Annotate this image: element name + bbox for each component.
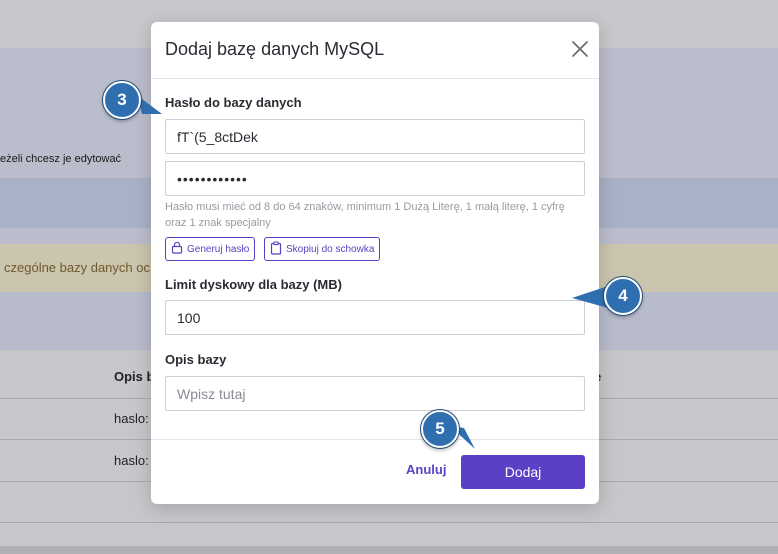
background-footer-band bbox=[0, 546, 778, 554]
step-4-badge: 4 bbox=[604, 277, 642, 315]
password-masked-input[interactable] bbox=[165, 161, 585, 196]
table-row: haslo: bbox=[114, 411, 149, 426]
table-row: haslo: bbox=[114, 453, 149, 468]
modal-title: Dodaj bazę danych MySQL bbox=[165, 39, 385, 59]
add-mysql-database-modal: Dodaj bazę danych MySQL Hasło do bazy da… bbox=[151, 22, 599, 504]
table-row-divider bbox=[0, 522, 778, 523]
background-notice-text: czególne bazy danych oc bbox=[4, 260, 150, 275]
lock-icon bbox=[171, 241, 183, 257]
table-header-description: Opis b bbox=[114, 369, 155, 384]
copy-to-clipboard-label: Skopiuj do schowka bbox=[286, 243, 375, 255]
password-label: Hasło do bazy danych bbox=[165, 95, 302, 110]
description-input[interactable] bbox=[165, 376, 585, 411]
step-3-badge: 3 bbox=[103, 81, 141, 119]
background-hint-text: eżeli chcesz je edytować bbox=[0, 153, 122, 165]
disk-limit-input[interactable] bbox=[165, 300, 585, 335]
password-plain-input[interactable] bbox=[165, 119, 585, 154]
close-icon[interactable] bbox=[571, 40, 589, 58]
generate-password-button[interactable]: Generuj hasło bbox=[165, 237, 256, 261]
copy-to-clipboard-button[interactable]: Skopiuj do schowka bbox=[264, 237, 381, 261]
description-label: Opis bazy bbox=[165, 352, 227, 367]
add-button[interactable]: Dodaj bbox=[461, 455, 585, 489]
modal-footer-divider bbox=[151, 439, 599, 440]
generate-password-label: Generuj hasło bbox=[187, 243, 250, 255]
step-5-badge: 5 bbox=[421, 410, 459, 448]
cancel-button[interactable]: Anuluj bbox=[406, 462, 446, 477]
clipboard-icon bbox=[270, 240, 282, 258]
password-help-text: Hasło musi mieć od 8 do 64 znaków, minim… bbox=[165, 201, 565, 229]
disk-limit-label: Limit dyskowy dla bazy (MB) bbox=[165, 277, 342, 292]
modal-header: Dodaj bazę danych MySQL bbox=[151, 22, 599, 79]
